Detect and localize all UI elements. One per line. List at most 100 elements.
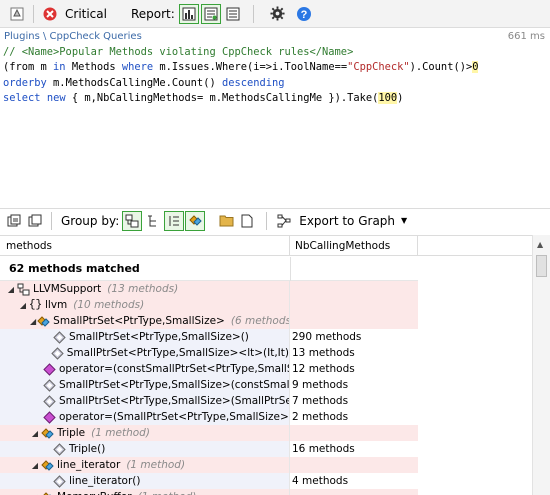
row-label: LLVMSupport: [33, 283, 102, 295]
chevron-down-icon[interactable]: ▼: [401, 216, 407, 225]
class-icon: [37, 315, 50, 328]
export-to-graph-button[interactable]: Export to Graph: [299, 214, 395, 228]
row-label: SmallPtrSet<PtrType,SmallSize>(constSmal…: [59, 379, 290, 391]
table-row[interactable]: operator=(constSmallPtrSet<PtrType,Small…: [0, 361, 418, 377]
table-row[interactable]: operator=(SmallPtrSet<PtrType,SmallSize>…: [0, 409, 418, 425]
group-by-type-button[interactable]: [164, 210, 185, 231]
report-list-button[interactable]: [223, 4, 243, 24]
document-icon[interactable]: [237, 211, 257, 231]
expand-toggle-icon[interactable]: ◢: [30, 461, 40, 470]
class-icon: [41, 427, 54, 440]
nb-calling-cell: 7 methods: [292, 395, 349, 407]
tree-group-row[interactable]: ◢ LLVMSupport (13 methods): [0, 281, 418, 297]
breadcrumb[interactable]: Plugins \ CppCheck Queries: [4, 31, 142, 42]
row-label: Triple(): [69, 443, 106, 455]
nb-calling-cell: 2 methods: [292, 411, 349, 423]
table-row[interactable]: line_iterator() 4 methods: [0, 473, 418, 489]
results-grid-header: methods NbCallingMethods: [0, 235, 532, 256]
table-row[interactable]: SmallPtrSet<PtrType,SmallSize>(SmallPtrS…: [0, 393, 418, 409]
warning-filter-icon[interactable]: [6, 3, 28, 25]
row-label: llvm: [45, 299, 68, 311]
group-assembly-icon: [125, 214, 139, 227]
query-editor[interactable]: // <Name>Popular Methods violating CppCh…: [0, 45, 550, 205]
nb-calling-cell: 9 methods: [292, 379, 349, 391]
report-grid-icon: [204, 7, 218, 20]
method-cell: SmallPtrSet<PtrType,SmallSize>(SmallPtrS…: [0, 393, 290, 409]
group-by-namespace-button[interactable]: [143, 211, 163, 231]
method-cell: ◢ Triple (1 method): [0, 425, 290, 441]
toolbar-separator: [252, 4, 254, 23]
scroll-thumb[interactable]: [536, 255, 547, 277]
svg-text:?: ?: [300, 9, 307, 21]
group-namespace-icon: [148, 215, 157, 226]
nb-calling-cell: 13 methods: [292, 347, 355, 359]
toolbar-separator: [266, 211, 268, 230]
expand-all-icon[interactable]: [4, 211, 24, 231]
method-cell: ◢{} llvm (10 methods): [0, 297, 290, 313]
expand-toggle-icon[interactable]: ◢: [6, 285, 16, 294]
report-grid-button[interactable]: [200, 3, 221, 24]
column-header-methods[interactable]: methods: [0, 236, 290, 255]
scroll-up-icon[interactable]: ▲: [537, 240, 543, 249]
folder-icon[interactable]: [216, 211, 236, 231]
help-icon[interactable]: ?: [293, 3, 315, 25]
tree-group-row[interactable]: ◢ SmallPtrSet<PtrType,SmallSize> (6 method…: [0, 313, 418, 329]
method-cell: ◢MemoryBuffer(1 method): [0, 489, 290, 495]
row-count: (1 method): [91, 427, 150, 439]
report-label: Report:: [130, 6, 175, 21]
table-row[interactable]: SmallPtrSet<PtrType,SmallSize>(constSmal…: [0, 377, 418, 393]
collapse-all-icon[interactable]: [25, 211, 45, 231]
expand-toggle-icon[interactable]: ◢: [30, 429, 40, 438]
critical-toggle-label[interactable]: Critical: [65, 7, 107, 21]
row-count: (1 method): [138, 491, 197, 495]
tree-group-row[interactable]: ◢ line_iterator (1 method): [0, 457, 418, 473]
method-icon: [53, 474, 66, 488]
method-cell: SmallPtrSet<PtrType,SmallSize><lt>(It,It…: [0, 345, 290, 361]
operator-icon: [43, 362, 56, 376]
method-cell: ◢ SmallPtrSet<PtrType,SmallSize> (6 method…: [0, 313, 290, 329]
method-cell: SmallPtrSet<PtrType,SmallSize>(): [0, 329, 290, 345]
method-cell: ◢ line_iterator (1 method): [0, 457, 290, 473]
method-cell: SmallPtrSet<PtrType,SmallSize>(constSmal…: [0, 377, 290, 393]
row-label: line_iterator: [57, 459, 121, 471]
expand-toggle-icon[interactable]: ◢: [30, 317, 36, 326]
vertical-scrollbar[interactable]: ▲: [532, 235, 550, 495]
row-label: operator=(constSmallPtrSet<PtrType,Small…: [59, 363, 290, 375]
results-tree: ◢ LLVMSupport (13 methods) ◢{} llvm (10 meth…: [0, 281, 418, 495]
expand-toggle-icon[interactable]: ◢: [18, 301, 28, 310]
row-label: SmallPtrSet<PtrType,SmallSize><lt>(It,It…: [66, 347, 289, 359]
breadcrumb-bar: Plugins \ CppCheck Queries 661 ms: [0, 28, 550, 45]
row-label: operator=(SmallPtrSet<PtrType,SmallSize>…: [59, 411, 290, 423]
table-row[interactable]: SmallPtrSet<PtrType,SmallSize>() 290 meth…: [0, 329, 418, 345]
toolbar-separator: [33, 4, 34, 23]
row-count: (1 method): [126, 459, 186, 471]
method-cell: operator=(constSmallPtrSet<PtrType,Small…: [0, 361, 290, 377]
method-cell: line_iterator(): [0, 473, 290, 489]
row-label: MemoryBuffer: [57, 491, 132, 495]
export-graph-icon[interactable]: [274, 211, 294, 231]
critical-icon[interactable]: [39, 3, 61, 25]
toolbar-separator: [51, 211, 52, 230]
tree-group-row[interactable]: ◢{} llvm (10 methods): [0, 297, 418, 313]
group-member-icon: [189, 214, 202, 226]
group-by-label: Group by:: [61, 213, 120, 228]
row-label: SmallPtrSet<PtrType,SmallSize>(): [69, 331, 249, 343]
group-by-assembly-button[interactable]: [122, 210, 143, 231]
table-row[interactable]: SmallPtrSet<PtrType,SmallSize><lt>(It,It…: [0, 345, 418, 361]
settings-icon[interactable]: [267, 3, 289, 25]
column-header-nbcalling[interactable]: NbCallingMethods: [290, 236, 418, 255]
namespace-icon: {}: [28, 299, 43, 311]
tree-group-row[interactable]: ◢MemoryBuffer(1 method): [0, 489, 418, 495]
row-count: (6 methods): [230, 315, 290, 327]
method-icon: [43, 394, 56, 408]
method-cell: operator=(SmallPtrSet<PtrType,SmallSize>…: [0, 409, 290, 425]
class-icon: [41, 459, 54, 472]
matched-count: 62 methods matched: [0, 257, 418, 281]
tree-group-row[interactable]: ◢ Triple (1 method): [0, 425, 418, 441]
nb-calling-cell: 16 methods: [292, 443, 355, 455]
report-chart-button[interactable]: [178, 3, 199, 24]
elapsed-time: 661 ms: [507, 31, 545, 42]
group-by-member-button[interactable]: [185, 210, 206, 231]
table-row[interactable]: Triple() 16 methods: [0, 441, 418, 457]
method-cell: ◢ LLVMSupport (13 methods): [0, 281, 290, 297]
